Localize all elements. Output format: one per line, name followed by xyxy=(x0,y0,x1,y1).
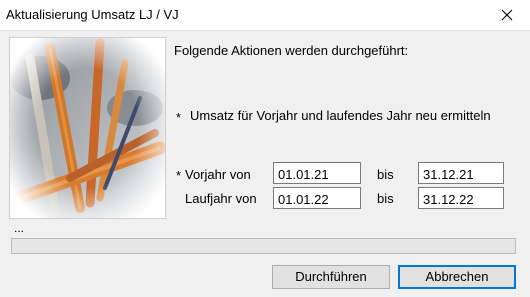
laufjahr-to-input[interactable] xyxy=(418,187,504,209)
title-bar: Aktualisierung Umsatz LJ / VJ xyxy=(0,0,530,31)
vorjahr-to-input[interactable] xyxy=(418,162,504,184)
window-title: Aktualisierung Umsatz LJ / VJ xyxy=(6,7,179,22)
cancel-button[interactable]: Abbrechen xyxy=(398,265,516,289)
progress-bar xyxy=(11,238,516,254)
laufjahr-from-input[interactable] xyxy=(273,187,361,209)
action-bullet: * xyxy=(176,110,182,125)
vorjahr-label: Vorjahr von xyxy=(185,167,251,182)
execute-button[interactable]: Durchführen xyxy=(272,265,390,289)
close-button[interactable] xyxy=(484,0,530,30)
vorjahr-marker: * xyxy=(176,168,182,183)
pencils-image xyxy=(9,37,166,219)
action-label: Umsatz für Vorjahr und laufendes Jahr ne… xyxy=(190,108,491,123)
laufjahr-label: Laufjahr von xyxy=(185,191,257,206)
close-icon xyxy=(501,9,513,21)
intro-text: Folgende Aktionen werden durchgeführt: xyxy=(174,43,409,58)
status-text: ... xyxy=(14,221,25,235)
vorjahr-from-input[interactable] xyxy=(273,162,361,184)
vorjahr-bis-label: bis xyxy=(377,167,394,182)
laufjahr-bis-label: bis xyxy=(377,191,394,206)
